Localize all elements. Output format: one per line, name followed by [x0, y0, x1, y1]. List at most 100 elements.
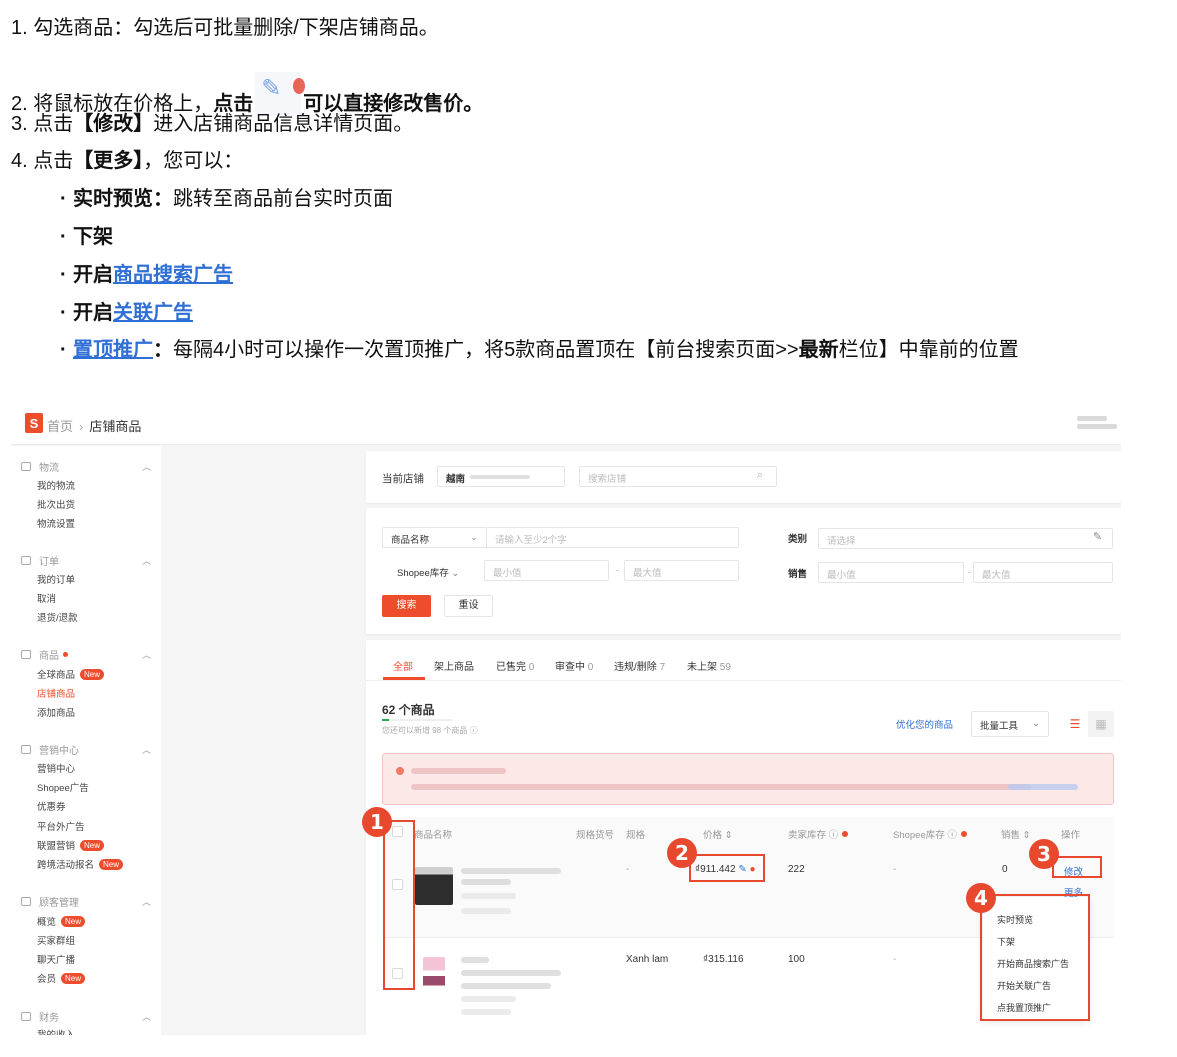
- sidebar-item-campaigns[interactable]: 跨境活动报名 New: [37, 857, 124, 871]
- item-label: 联盟营销: [37, 841, 76, 852]
- tabs-divider: [366, 680, 1121, 681]
- bullet-bold: 开启: [73, 264, 113, 286]
- bullet-related-ads: · 开启关联广告: [60, 300, 193, 326]
- tab-label: 审查中: [555, 662, 585, 673]
- sidebar-group-customers[interactable]: 顾客管理 ︿: [21, 894, 151, 909]
- tab-count: 7: [659, 662, 666, 673]
- search-button[interactable]: 搜索: [382, 595, 431, 617]
- sidebar-item-offsite-ads[interactable]: 平台外广告: [37, 819, 85, 833]
- grid-view-icon[interactable]: ▦: [1088, 711, 1114, 737]
- col-label: 卖家库存: [788, 830, 827, 841]
- tab-sold-out[interactable]: 已售完 0: [496, 658, 534, 673]
- sales-max-input[interactable]: 最大值: [973, 562, 1113, 583]
- tab-count: 0: [528, 662, 535, 673]
- shopee-logo-icon[interactable]: S: [25, 413, 43, 433]
- sidebar-item-logistics-settings[interactable]: 物流设置: [37, 516, 75, 530]
- tab-all[interactable]: 全部: [393, 658, 413, 673]
- sidebar-item-my-income[interactable]: 我的收入: [37, 1027, 75, 1035]
- tab-reviewing[interactable]: 审查中 0: [555, 658, 593, 673]
- sidebar-item-global-products[interactable]: 全球商品 New: [37, 667, 105, 681]
- sidebar-item-affiliate[interactable]: 联盟营销 New: [37, 838, 105, 852]
- shop-region-select[interactable]: 越南: [437, 466, 565, 487]
- sidebar-item-my-logistics[interactable]: 我的物流: [37, 478, 75, 492]
- tag-icon: [21, 745, 31, 754]
- help-icon[interactable]: ⓘ: [947, 830, 957, 841]
- bullet-search-ads: · 开启商品搜索广告: [60, 262, 233, 288]
- row-sales: 0: [1002, 864, 1008, 875]
- sidebar-group-orders[interactable]: 订单 ︿: [21, 553, 151, 568]
- sidebar-item-batch-ship[interactable]: 批次出货: [37, 497, 75, 511]
- alert-link-blurred[interactable]: [1008, 784, 1078, 790]
- list-view-icon[interactable]: ☰: [1062, 711, 1088, 737]
- tab-violation[interactable]: 违规/删除 7: [614, 658, 665, 673]
- chevron-up-icon[interactable]: ︿: [142, 743, 151, 756]
- product-thumbnail[interactable]: [415, 867, 453, 905]
- sidebar-item-chat-broadcast[interactable]: 聊天广播: [37, 952, 75, 966]
- search-icon[interactable]: ⌕: [757, 469, 763, 482]
- col-price[interactable]: 价格 ⇕: [703, 827, 733, 841]
- help-icon[interactable]: ⓘ: [470, 726, 478, 735]
- related-ads-link[interactable]: 关联广告: [113, 302, 193, 324]
- account-info-blurred[interactable]: [1077, 413, 1121, 435]
- tab-unlisted[interactable]: 未上架 59: [687, 658, 731, 673]
- sidebar-group-finance[interactable]: 财务 ︿: [21, 1009, 151, 1024]
- sidebar-group-marketing[interactable]: 营销中心 ︿: [21, 742, 151, 757]
- product-name-input[interactable]: 请输入至少2个字: [486, 527, 739, 548]
- sidebar-item-shop-products[interactable]: 店铺商品: [37, 686, 75, 700]
- step-3-text: 3. 点击: [11, 113, 74, 135]
- stock-type-select[interactable]: Shopee库存 ⌄: [397, 565, 459, 579]
- sidebar-item-marketing-center[interactable]: 营销中心: [37, 761, 75, 775]
- alert-dot-icon: [396, 767, 404, 775]
- quota-text: 您还可以新增 98 个商品 ⓘ: [382, 725, 478, 736]
- chevron-up-icon[interactable]: ︿: [142, 1010, 151, 1023]
- optimize-products-link[interactable]: 优化您的商品: [896, 717, 953, 731]
- row-price[interactable]: ₫315.116: [703, 954, 744, 965]
- step-1-text: 1. 勾选商品：勾选后可批量删除/下架店铺商品。: [11, 17, 439, 39]
- sidebar-item-shopee-ads[interactable]: Shopee广告: [37, 780, 89, 794]
- quota-progress-fill: [382, 719, 389, 721]
- stock-max-input[interactable]: 最大值: [624, 560, 739, 581]
- bullet-bold: 开启: [73, 302, 113, 324]
- pencil-icon[interactable]: ✎: [1093, 530, 1102, 543]
- col-sales[interactable]: 销售 ⇕: [1001, 827, 1031, 841]
- active-tab-indicator: [383, 677, 425, 680]
- category-select[interactable]: 请选择: [818, 528, 1113, 549]
- col-shopee-stock: Shopee库存 ⓘ: [893, 827, 967, 841]
- product-title-blurred: [461, 983, 551, 989]
- product-title-blurred[interactable]: [461, 957, 489, 963]
- field-type-select[interactable]: 商品名称 ⌄: [382, 527, 487, 548]
- sales-min-input[interactable]: 最小值: [818, 562, 964, 583]
- chevron-up-icon[interactable]: ︿: [142, 895, 151, 908]
- breadcrumb-home[interactable]: 首页: [47, 419, 73, 434]
- sidebar-item-membership[interactable]: 会员 New: [37, 971, 86, 985]
- product-id-blurred: [461, 893, 516, 899]
- stock-min-input[interactable]: 最小值: [484, 560, 609, 581]
- sidebar-item-overview[interactable]: 概览 New: [37, 914, 86, 928]
- sidebar-item-cancel[interactable]: 取消: [37, 591, 56, 605]
- alert-text-blurred: [411, 784, 1031, 790]
- sidebar-item-my-orders[interactable]: 我的订单: [37, 572, 75, 586]
- product-title-blurred[interactable]: [461, 868, 561, 874]
- top-bar: S 首页 › 店铺商品: [11, 405, 1121, 445]
- sidebar-item-buyer-groups[interactable]: 买家群组: [37, 933, 75, 947]
- shop-search-input[interactable]: 搜索店铺: [579, 466, 777, 487]
- group-title: 营销中心: [39, 746, 79, 757]
- chevron-up-icon[interactable]: ︿: [142, 648, 151, 661]
- range-separator: -: [968, 567, 971, 577]
- sidebar-group-logistics[interactable]: 物流 ︿: [21, 459, 151, 474]
- boost-link[interactable]: 置顶推广: [73, 339, 153, 361]
- reset-button[interactable]: 重设: [444, 595, 493, 617]
- help-icon[interactable]: ⓘ: [829, 830, 839, 841]
- new-badge: New: [61, 972, 86, 984]
- search-ads-link[interactable]: 商品搜索广告: [113, 264, 233, 286]
- bullet-bold: ：: [153, 339, 173, 361]
- sidebar-group-products[interactable]: 商品 ︿: [21, 647, 151, 662]
- chevron-up-icon[interactable]: ︿: [142, 554, 151, 567]
- sidebar-item-returns[interactable]: 退货/退款: [37, 610, 78, 624]
- sidebar-item-add-product[interactable]: 添加商品: [37, 705, 75, 719]
- tab-live[interactable]: 架上商品: [434, 658, 474, 673]
- chevron-up-icon[interactable]: ︿: [142, 460, 151, 473]
- bulk-tools-dropdown[interactable]: 批量工具 ⌄: [971, 711, 1049, 737]
- product-thumbnail[interactable]: [423, 957, 445, 995]
- sidebar-item-vouchers[interactable]: 优惠券: [37, 799, 66, 813]
